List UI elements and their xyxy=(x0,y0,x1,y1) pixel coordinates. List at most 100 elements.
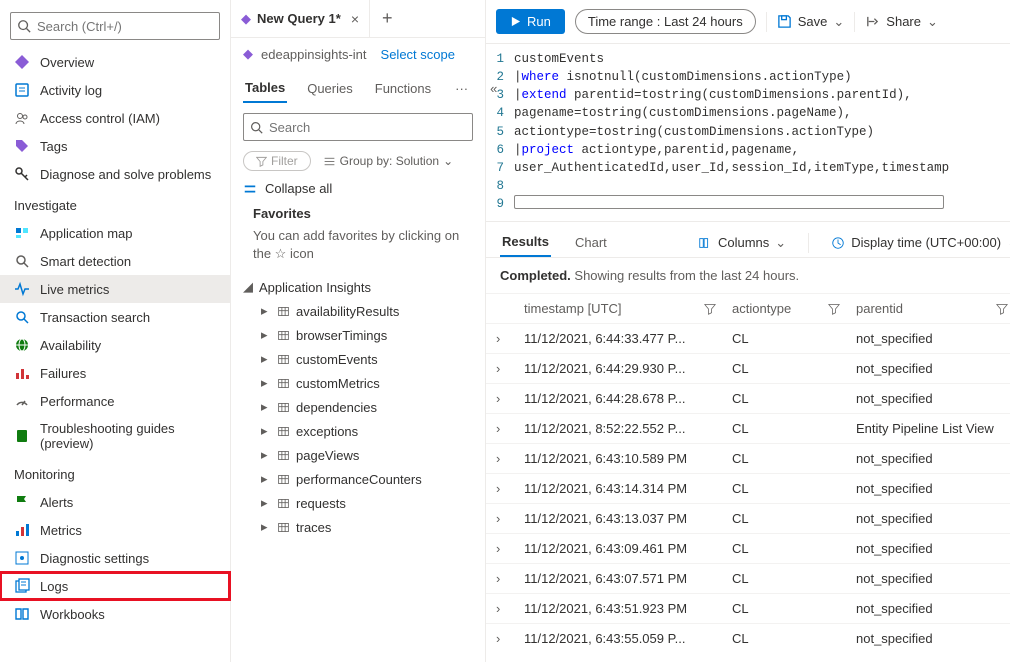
play-icon xyxy=(510,16,521,27)
tab-queries[interactable]: Queries xyxy=(305,75,355,102)
save-button[interactable]: Save ⌄ xyxy=(777,14,845,30)
caret-right-icon: ▸ xyxy=(261,375,271,391)
save-label: Save xyxy=(798,14,828,29)
table-row[interactable]: › 11/12/2021, 6:43:07.571 PM CL not_spec… xyxy=(486,563,1010,593)
nav-item-smart-detection[interactable]: Smart detection xyxy=(0,247,230,275)
table-row[interactable]: › 11/12/2021, 6:43:55.059 P... CL not_sp… xyxy=(486,623,1010,653)
global-search-input[interactable] xyxy=(37,19,213,34)
nav-label: Performance xyxy=(40,394,114,409)
table-row[interactable]: › 11/12/2021, 6:44:33.477 P... CL not_sp… xyxy=(486,323,1010,353)
filter-icon[interactable] xyxy=(996,303,1010,315)
chart-icon xyxy=(14,522,30,538)
nav-item-application-map[interactable]: Application map xyxy=(0,219,230,247)
nav-item-transaction-search[interactable]: Transaction search xyxy=(0,303,230,331)
nav-item-metrics[interactable]: Metrics xyxy=(0,516,230,544)
tag-icon xyxy=(14,138,30,154)
cell-parentid: not_specified xyxy=(856,481,996,496)
select-scope-link[interactable]: Select scope xyxy=(381,47,455,62)
cell-parentid: Entity Pipeline List View xyxy=(856,421,996,436)
time-range-button[interactable]: Time range : Last 24 hours xyxy=(575,9,756,34)
collapse-all-button[interactable]: Collapse all xyxy=(243,181,473,196)
favorites-header: Favorites xyxy=(253,206,473,221)
separator xyxy=(854,12,855,32)
tab-tables[interactable]: Tables xyxy=(243,74,287,103)
cell-timestamp: 11/12/2021, 6:43:07.571 PM xyxy=(524,571,704,586)
nav-item[interactable]: Diagnose and solve problems xyxy=(0,160,230,188)
table-row[interactable]: › 11/12/2021, 6:44:29.930 P... CL not_sp… xyxy=(486,353,1010,383)
cell-actiontype: CL xyxy=(732,571,828,586)
nav-item-alerts[interactable]: Alerts xyxy=(0,488,230,516)
nav-item-diagnostic-settings[interactable]: Diagnostic settings xyxy=(0,544,230,572)
caret-right-icon: ▸ xyxy=(261,519,271,535)
tab-functions[interactable]: Functions xyxy=(373,75,433,102)
query-tab[interactable]: ◆ New Query 1* × xyxy=(231,0,370,37)
nav-item-logs[interactable]: Logs xyxy=(0,572,230,600)
share-button[interactable]: Share ⌄ xyxy=(865,14,938,30)
table-row[interactable]: › 11/12/2021, 6:43:51.923 PM CL not_spec… xyxy=(486,593,1010,623)
close-tab-icon[interactable]: × xyxy=(351,11,359,27)
tree-table-item[interactable]: ▸ pageViews xyxy=(243,443,473,467)
tree-table-item[interactable]: ▸ requests xyxy=(243,491,473,515)
nav-label: Access control (IAM) xyxy=(40,111,160,126)
table-row[interactable]: › 11/12/2021, 6:43:10.589 PM CL not_spec… xyxy=(486,443,1010,473)
caret-right-icon: ▸ xyxy=(261,351,271,367)
filter-icon[interactable] xyxy=(828,303,856,315)
tree-table-item[interactable]: ▸ customEvents xyxy=(243,347,473,371)
schema-search-input[interactable] xyxy=(269,120,466,135)
nav-item[interactable]: Activity log xyxy=(0,76,230,104)
more-icon[interactable]: ··· xyxy=(451,81,472,96)
display-time-label: Display time (UTC+00:00) xyxy=(851,235,1001,250)
groupby-label: Group by: Solution xyxy=(340,154,439,168)
nav-item-availability[interactable]: Availability xyxy=(0,331,230,359)
table-row[interactable]: › 11/12/2021, 6:43:13.037 PM CL not_spec… xyxy=(486,503,1010,533)
filter-icon[interactable] xyxy=(704,303,732,315)
filter-button[interactable]: Filter xyxy=(243,151,311,171)
tree-table-item[interactable]: ▸ browserTimings xyxy=(243,323,473,347)
global-search[interactable] xyxy=(10,12,220,40)
schema-search[interactable] xyxy=(243,113,473,141)
cell-timestamp: 11/12/2021, 6:43:14.314 PM xyxy=(524,481,704,496)
nav-label: Logs xyxy=(40,579,68,594)
nav-item-failures[interactable]: Failures xyxy=(0,359,230,387)
chevron-right-icon: › xyxy=(496,541,524,556)
tree-table-item[interactable]: ▸ performanceCounters xyxy=(243,467,473,491)
table-row[interactable]: › 11/12/2021, 6:44:28.678 P... CL not_sp… xyxy=(486,383,1010,413)
gauge-icon xyxy=(14,393,30,409)
tree-table-item[interactable]: ▸ traces xyxy=(243,515,473,539)
tab-results[interactable]: Results xyxy=(500,228,551,257)
tree-table-item[interactable]: ▸ exceptions xyxy=(243,419,473,443)
groupby-dropdown[interactable]: Group by: Solution ⌄ xyxy=(323,154,453,168)
nav-label: Failures xyxy=(40,366,86,381)
nav-item-workbooks[interactable]: Workbooks xyxy=(0,600,230,628)
tree-group[interactable]: ◢ Application Insights xyxy=(243,275,473,299)
table-row[interactable]: › 11/12/2021, 6:43:09.461 PM CL not_spec… xyxy=(486,533,1010,563)
tree-table-item[interactable]: ▸ dependencies xyxy=(243,395,473,419)
chevron-right-icon: › xyxy=(496,361,524,376)
new-tab-button[interactable]: + xyxy=(370,8,405,29)
nav-item-performance[interactable]: Performance xyxy=(0,387,230,415)
display-time-button[interactable]: Display time (UTC+00:00) ⌄ xyxy=(831,235,1010,251)
col-parentid[interactable]: parentid xyxy=(856,301,996,316)
tree-table-item[interactable]: ▸ availabilityResults xyxy=(243,299,473,323)
table-row[interactable]: › 11/12/2021, 6:43:14.314 PM CL not_spec… xyxy=(486,473,1010,503)
tab-chart[interactable]: Chart xyxy=(573,229,609,256)
nav-item[interactable]: Access control (IAM) xyxy=(0,104,230,132)
table-row[interactable]: › 11/12/2021, 8:52:22.552 P... CL Entity… xyxy=(486,413,1010,443)
query-editor[interactable]: 1customEvents2|where isnotnull(customDim… xyxy=(486,44,1010,222)
nav-item-live-metrics[interactable]: Live metrics xyxy=(0,275,230,303)
tree-table-item[interactable]: ▸ customMetrics xyxy=(243,371,473,395)
caret-down-icon: ◢ xyxy=(243,279,253,295)
cell-parentid: not_specified xyxy=(856,631,996,646)
nav-item-troubleshooting-guides-preview-[interactable]: Troubleshooting guides (preview) xyxy=(0,415,230,457)
tree-group-label: Application Insights xyxy=(259,280,371,295)
key-icon xyxy=(14,166,30,182)
nav-item[interactable]: Tags xyxy=(0,132,230,160)
columns-button[interactable]: Columns ⌄ xyxy=(698,235,786,251)
cell-actiontype: CL xyxy=(732,451,828,466)
col-timestamp[interactable]: timestamp [UTC] xyxy=(524,301,704,316)
nav-item[interactable]: Overview xyxy=(0,48,230,76)
run-button[interactable]: Run xyxy=(496,9,565,34)
nav-section: Monitoring xyxy=(0,457,230,488)
pulse-icon xyxy=(14,281,30,297)
col-actiontype[interactable]: actiontype xyxy=(732,301,828,316)
